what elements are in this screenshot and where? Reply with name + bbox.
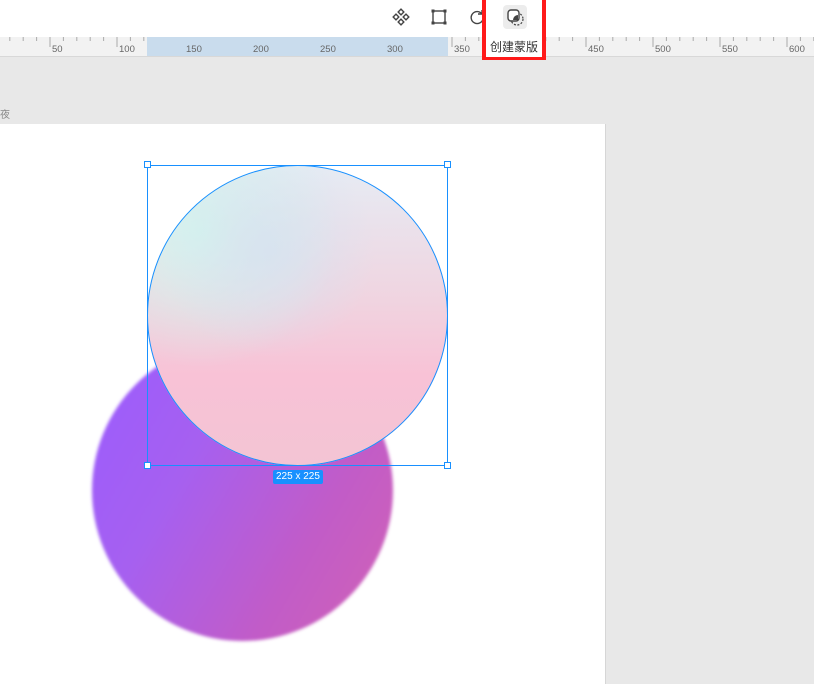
component-icon <box>392 8 410 26</box>
ruler-label: 550 <box>722 44 738 55</box>
path-edit-tool-button[interactable] <box>427 5 451 29</box>
ruler-label: 100 <box>119 44 135 55</box>
create-mask-tooltip: 创建蒙版 <box>486 37 542 57</box>
ruler-label: 50 <box>52 44 63 55</box>
selection-size-badge: 225 x 225 <box>273 470 323 484</box>
ruler-label: 300 <box>387 44 403 55</box>
ruler-label: 500 <box>655 44 671 55</box>
resize-handle-top-right[interactable] <box>444 161 451 168</box>
ruler-label: 150 <box>186 44 202 55</box>
resize-handle-bottom-right[interactable] <box>444 462 451 469</box>
path-edit-icon <box>431 9 447 25</box>
component-tool-button[interactable] <box>389 5 413 29</box>
resize-handle-top-left[interactable] <box>144 161 151 168</box>
ruler-label: 350 <box>454 44 470 55</box>
selection-bounding-box[interactable] <box>147 165 448 466</box>
resize-handle-bottom-left[interactable] <box>144 462 151 469</box>
ruler-label: 200 <box>253 44 269 55</box>
artboard-label[interactable]: 夜 <box>0 106 10 121</box>
ruler-label: 250 <box>320 44 336 55</box>
ruler-label: 450 <box>588 44 604 55</box>
top-toolbar <box>0 0 814 37</box>
ruler-label: 600 <box>789 44 805 55</box>
